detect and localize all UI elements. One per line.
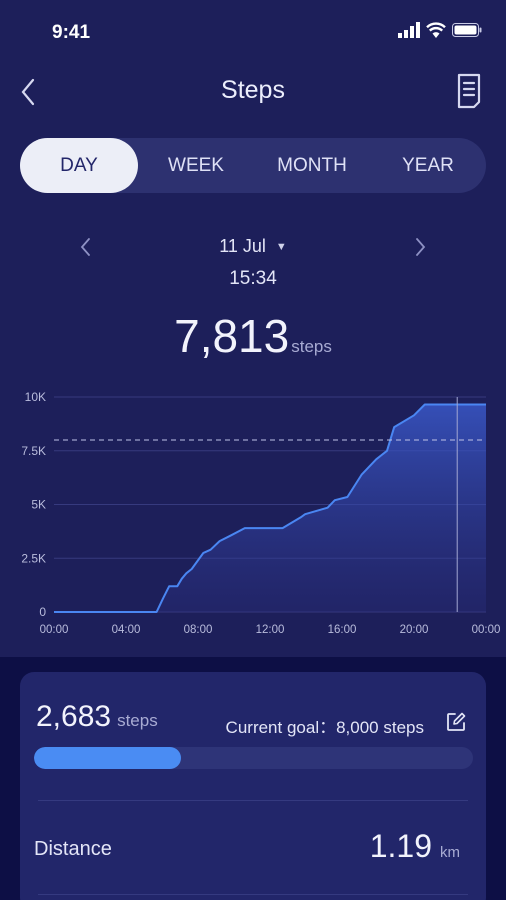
x-tick-label: 12:00 (256, 624, 285, 636)
records-button[interactable] (454, 72, 484, 110)
total-steps: 7,813 steps (0, 309, 506, 363)
x-tick-label: 00:00 (40, 624, 69, 636)
document-icon (457, 73, 481, 109)
date-selector: 11 Jul ▼ (0, 232, 506, 262)
divider (38, 894, 468, 895)
x-tick-label: 16:00 (328, 624, 357, 636)
battery-icon (452, 23, 482, 37)
x-tick-label: 04:00 (112, 624, 141, 636)
total-steps-value: 7,813 (174, 310, 290, 362)
tab-week[interactable]: WEEK (138, 138, 254, 193)
y-tick-label: 0 (39, 605, 46, 619)
distance-label: Distance (34, 838, 112, 860)
y-tick-label: 5K (31, 498, 46, 512)
tab-day[interactable]: DAY (20, 138, 138, 193)
x-tick-label: 00:00 (472, 624, 501, 636)
steps-chart[interactable]: 0 2.5K 5K 7.5K 10K 00:00 04:00 08:00 12:00 16:00 2… (0, 380, 506, 650)
page-title: Steps (221, 76, 285, 104)
status-icons (398, 22, 482, 38)
date-text: 11 Jul (219, 236, 266, 256)
status-bar: 9:41 (0, 0, 506, 64)
wifi-icon (426, 22, 446, 38)
header: Steps (0, 64, 506, 120)
steps-area-fill (54, 404, 486, 612)
y-tick-label: 10K (25, 390, 46, 404)
total-steps-unit: steps (291, 337, 332, 356)
edit-goal-button[interactable] (446, 712, 466, 732)
goal-progress-fill (34, 747, 182, 769)
x-tick-label: 20:00 (400, 624, 429, 636)
next-date-button[interactable] (410, 234, 430, 260)
tab-month[interactable]: MONTH (254, 138, 370, 193)
distance-value: 1.19 (369, 828, 432, 864)
distance-unit: km (440, 844, 460, 861)
signal-icon (398, 22, 420, 38)
goal-progress-bar (34, 747, 473, 769)
x-tick-label: 08:00 (184, 624, 213, 636)
time-label: 15:34 (229, 268, 277, 289)
today-steps-value: 2,683 (36, 700, 112, 733)
divider (38, 800, 468, 801)
today-card: 2,683 steps Current goal：8,000 steps Dist… (20, 672, 486, 900)
today-steps: 2,683 steps (36, 700, 158, 734)
today-steps-unit: steps (117, 711, 158, 730)
current-goal: Current goal：8,000 steps (225, 718, 424, 737)
edit-icon (447, 712, 466, 731)
period-tabs: DAY WEEK MONTH YEAR (20, 138, 486, 193)
tab-year[interactable]: YEAR (370, 138, 486, 193)
y-tick-label: 2.5K (21, 551, 46, 565)
date-label[interactable]: 11 Jul ▼ (0, 236, 506, 257)
chevron-right-icon (416, 238, 426, 256)
caret-down-icon: ▼ (275, 241, 287, 253)
y-tick-label: 7.5K (21, 444, 46, 458)
distance-value-group: 1.19 km (370, 828, 460, 865)
status-time: 9:41 (52, 22, 91, 43)
